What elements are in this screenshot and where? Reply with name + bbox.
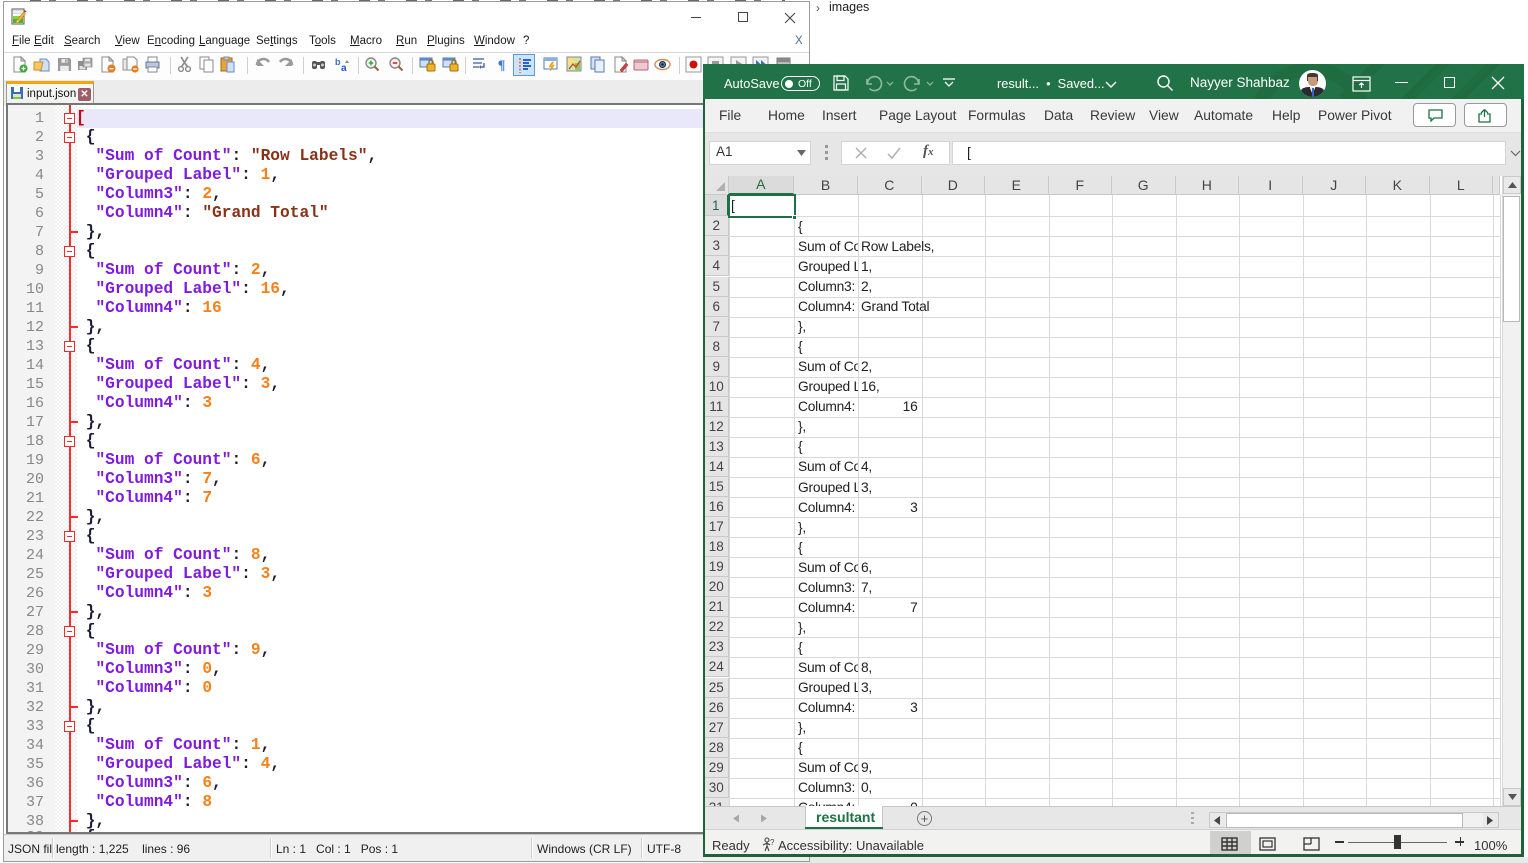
svg-text:a: a <box>341 63 347 73</box>
svg-text:¶: ¶ <box>498 57 506 73</box>
